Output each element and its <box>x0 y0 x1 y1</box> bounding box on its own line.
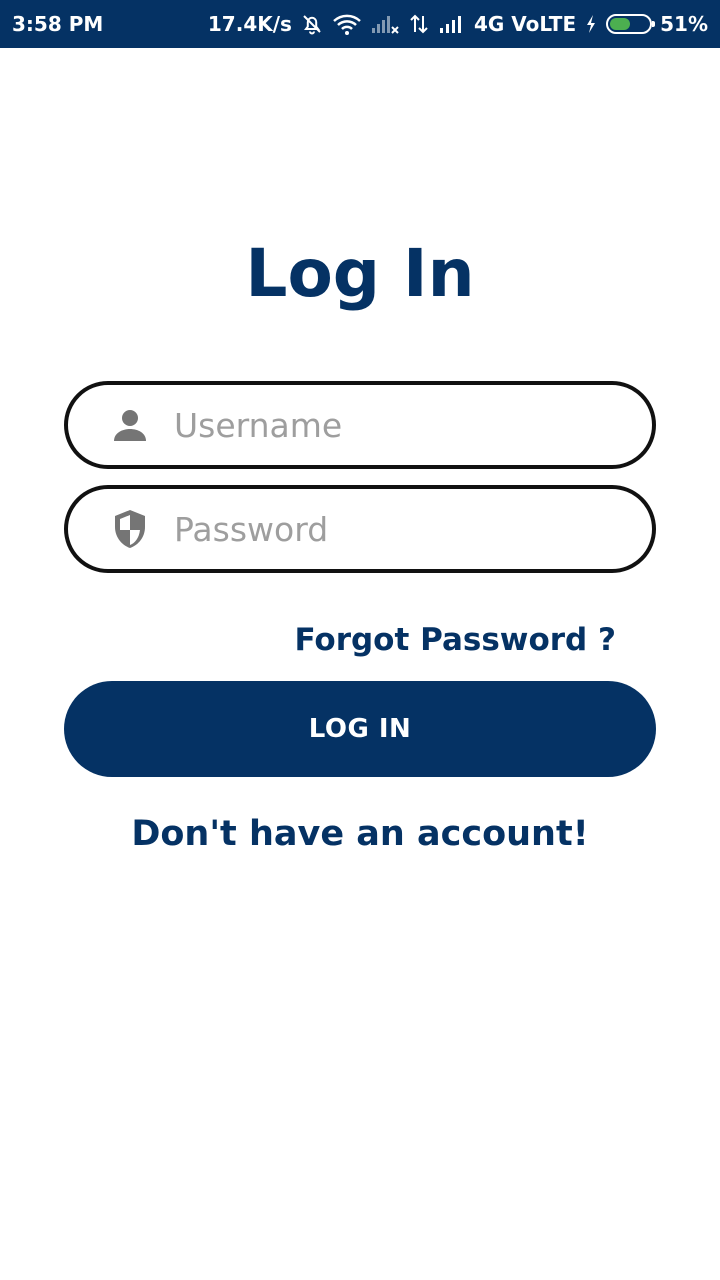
username-input[interactable] <box>172 385 622 465</box>
person-icon <box>110 405 150 445</box>
shield-icon <box>110 509 150 549</box>
signup-link[interactable]: Don't have an account! <box>0 810 720 858</box>
status-time: 3:58 PM <box>12 12 104 36</box>
battery-fill <box>610 18 630 30</box>
bell-off-icon <box>300 12 324 36</box>
forgot-password-link[interactable]: Forgot Password ? <box>294 618 616 662</box>
login-button[interactable]: LOG IN <box>64 681 656 777</box>
wifi-icon <box>332 12 362 36</box>
signal-x-icon <box>370 12 400 36</box>
data-arrows-icon <box>408 12 430 36</box>
signal-icon <box>438 12 466 36</box>
page-title: Log In <box>245 235 475 312</box>
net-speed: 17.4K/s <box>207 12 292 36</box>
status-bar: 3:58 PM 17.4K/s 4G VoLTE 51% <box>0 0 720 48</box>
battery-percent: 51% <box>660 12 708 36</box>
username-field[interactable] <box>64 381 656 469</box>
network-type: 4G VoLTE <box>473 12 577 36</box>
battery-icon <box>606 14 656 34</box>
password-field[interactable] <box>64 485 656 573</box>
password-input[interactable] <box>172 489 622 569</box>
status-icons: 17.4K/s 4G VoLTE 51% <box>208 12 708 36</box>
charging-icon <box>584 12 598 36</box>
